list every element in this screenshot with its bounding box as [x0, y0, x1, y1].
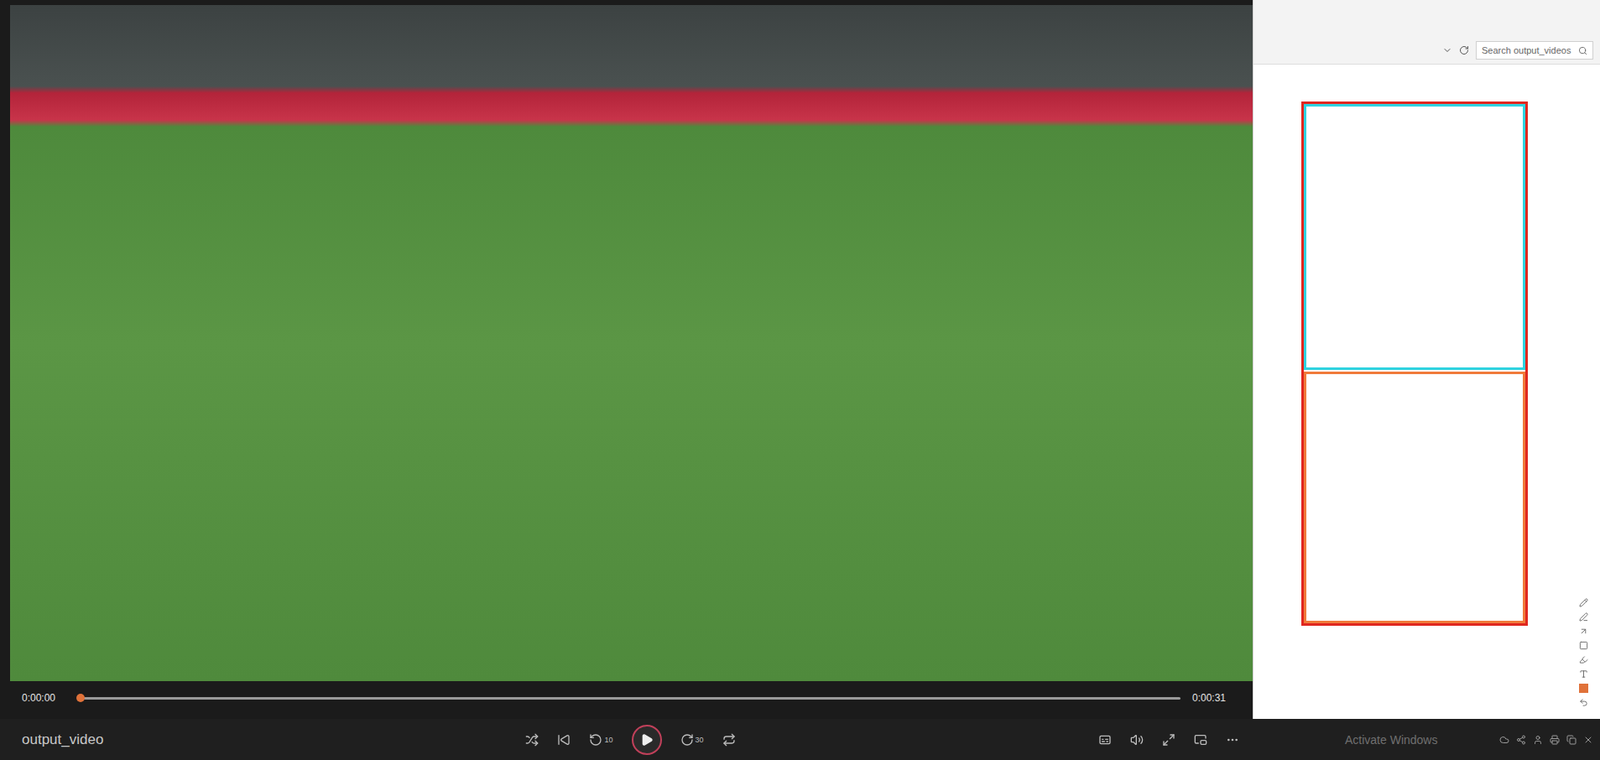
captions-icon[interactable] — [1098, 733, 1112, 747]
search-placeholder: Search output_videos — [1481, 45, 1575, 56]
more-icon[interactable] — [1225, 733, 1240, 747]
skip-forward-icon — [680, 733, 694, 747]
play-button[interactable] — [631, 724, 662, 756]
history-dropdown[interactable] — [1442, 45, 1453, 56]
printer-icon[interactable] — [1549, 734, 1560, 746]
pen-icon[interactable] — [1579, 612, 1589, 622]
seek-thumb[interactable] — [76, 693, 85, 703]
address-bar: Search output_videos — [1253, 40, 1600, 65]
seek-row: 0:00:00 0:00:31 — [10, 681, 1253, 715]
close-icon[interactable] — [1583, 734, 1594, 746]
text-icon[interactable] — [1579, 669, 1589, 679]
miniplayer-icon[interactable] — [1193, 733, 1208, 747]
duration: 0:00:31 — [1192, 692, 1240, 704]
transport: 10 30 — [525, 724, 735, 756]
volume-icon[interactable] — [1130, 733, 1144, 747]
undo-icon[interactable] — [1579, 698, 1589, 708]
chevron-down-icon — [1442, 45, 1453, 56]
activation-watermark: Activate Windows — [1344, 733, 1438, 747]
previous-icon[interactable] — [557, 733, 571, 747]
explorer-panel: Search output_videos — [1252, 0, 1600, 720]
tray: Activate Windows — [1252, 719, 1600, 760]
skip-forward-button[interactable]: 30 — [680, 733, 704, 747]
draw-toolbar — [1579, 598, 1589, 708]
refresh-button[interactable] — [1459, 45, 1470, 56]
search-icon — [1578, 46, 1588, 56]
top-rect — [1305, 105, 1525, 370]
copy-icon[interactable] — [1566, 734, 1577, 746]
sketch-drawing — [1301, 101, 1528, 626]
play-icon — [640, 733, 654, 747]
highlighter-icon[interactable] — [1579, 655, 1589, 665]
tray-icons — [1499, 734, 1594, 746]
skip-forward-label: 30 — [695, 735, 704, 745]
cloud-icon[interactable] — [1499, 734, 1510, 746]
player-controls: output_video 10 30 — [0, 719, 1253, 760]
sketch-canvas[interactable] — [1253, 64, 1600, 720]
bottom-rect — [1305, 373, 1525, 623]
color-swatch[interactable] — [1579, 683, 1589, 694]
repeat-icon[interactable] — [722, 733, 736, 747]
skip-back-button[interactable]: 10 — [588, 733, 613, 747]
user-icon[interactable] — [1532, 734, 1543, 746]
shuffle-icon[interactable] — [525, 733, 539, 747]
fullscreen-icon[interactable] — [1162, 733, 1176, 747]
arrow-icon[interactable] — [1579, 626, 1589, 636]
rectangle-icon[interactable] — [1579, 641, 1589, 651]
workspace: 0:00:00 0:00:31 Search output_videos — [0, 0, 1600, 720]
refresh-icon — [1459, 45, 1470, 56]
seek-track[interactable] — [80, 697, 1181, 700]
skip-back-label: 10 — [604, 735, 613, 745]
current-time: 0:00:00 — [21, 692, 69, 704]
bottom-bar: output_video 10 30 Activate Windows — [0, 719, 1600, 760]
share-icon[interactable] — [1516, 734, 1527, 746]
video-frame — [10, 5, 1253, 682]
outer-rect — [1302, 103, 1528, 626]
skip-back-icon — [588, 733, 603, 747]
player-options — [735, 733, 1240, 747]
video-pane: 0:00:00 0:00:31 — [0, 0, 1253, 720]
search-field[interactable]: Search output_videos — [1475, 41, 1594, 60]
video-title: output_video — [21, 731, 526, 749]
screen: 0:00:00 0:00:31 Search output_videosoutput… — [0, 0, 1600, 760]
pencil-icon[interactable] — [1579, 598, 1589, 608]
